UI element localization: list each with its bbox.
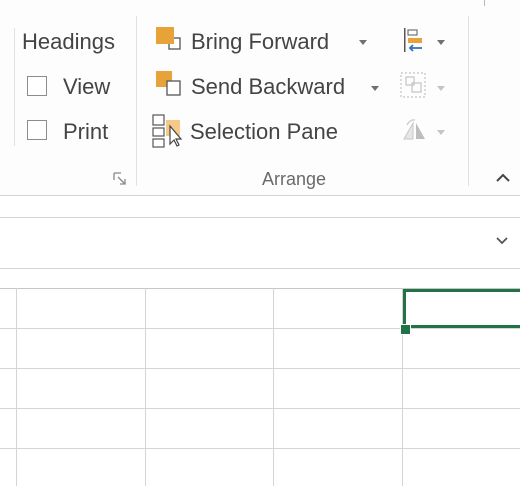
selection-pane-button[interactable]: Selection Pane	[190, 119, 338, 145]
bring-forward-icon[interactable]	[154, 26, 184, 54]
row-border	[0, 448, 520, 449]
group-icon	[400, 72, 426, 98]
send-backward-icon[interactable]	[154, 70, 184, 100]
dialog-launcher-icon[interactable]	[113, 172, 127, 186]
column-border	[16, 288, 17, 486]
ribbon-edge-mark	[484, 0, 485, 6]
headings-label[interactable]: Headings	[22, 29, 115, 55]
row-border	[0, 368, 520, 369]
formula-bar[interactable]	[0, 217, 520, 269]
print-checkbox-label[interactable]: Print	[63, 119, 108, 145]
column-border	[145, 288, 146, 486]
send-backward-button[interactable]: Send Backward	[191, 74, 345, 100]
fill-handle[interactable]	[400, 324, 411, 335]
row-border	[0, 408, 520, 409]
view-checkbox[interactable]	[27, 76, 47, 96]
ribbon-bottom-border	[0, 195, 520, 196]
rotate-icon	[403, 119, 425, 140]
group-dropdown-icon	[437, 86, 445, 91]
align-dropdown-icon[interactable]	[437, 40, 445, 45]
bring-forward-dropdown-icon[interactable]	[359, 40, 367, 45]
collapse-ribbon-icon[interactable]	[494, 170, 512, 184]
expand-formula-bar-icon[interactable]	[495, 236, 509, 246]
row-border	[0, 328, 520, 329]
rotate-dropdown-icon	[437, 130, 445, 135]
view-checkbox-label[interactable]: View	[63, 74, 110, 100]
align-icon[interactable]	[402, 26, 428, 54]
bring-forward-button[interactable]: Bring Forward	[191, 29, 329, 55]
arrange-group-label: Arrange	[262, 169, 327, 189]
group-separator	[136, 16, 137, 186]
group-separator-right	[468, 16, 469, 186]
print-checkbox[interactable]	[27, 120, 47, 140]
active-cell[interactable]	[403, 289, 520, 328]
column-border	[273, 288, 274, 486]
send-backward-dropdown-icon[interactable]	[371, 86, 379, 91]
ribbon-left-edge	[14, 28, 15, 146]
selection-pane-icon[interactable]	[152, 114, 184, 148]
